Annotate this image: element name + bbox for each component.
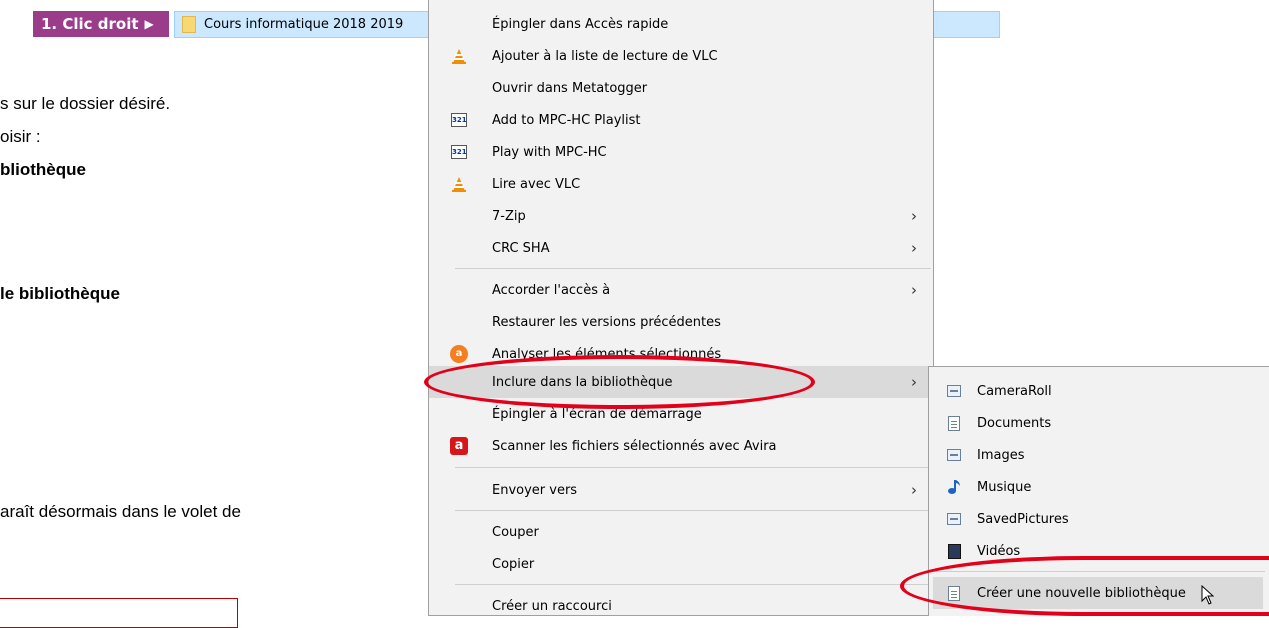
library-icon <box>946 383 962 399</box>
submenu-item-label: Créer une nouvelle bibliothèque <box>977 585 1186 601</box>
menu-item-label: Créer un raccourci <box>492 598 612 614</box>
submenu-item-label: SavedPictures <box>977 511 1069 527</box>
menu-item-7zip[interactable]: 7-Zip › <box>429 200 933 232</box>
film-icon <box>946 543 962 559</box>
menu-item-label: Épingler dans Accès rapide <box>492 16 669 32</box>
chevron-right-icon: › <box>911 481 917 499</box>
menu-item-send-to[interactable]: Envoyer vers › <box>429 474 933 506</box>
menu-item-label: Inclure dans la bibliothèque <box>492 374 673 390</box>
doc-line-4: le bibliothèque <box>0 284 120 303</box>
doc-line-2: oisir : <box>0 127 41 146</box>
submenu-item-label: Vidéos <box>977 543 1021 559</box>
step-badge-label: 1. Clic droit <box>41 15 139 33</box>
submenu-item-savedpictures[interactable]: SavedPictures <box>929 503 1269 535</box>
menu-separator <box>455 510 931 511</box>
doc-line-3: bliothèque <box>0 160 86 179</box>
chevron-right-icon: › <box>911 239 917 257</box>
note-box <box>0 598 238 628</box>
menu-item-label: Ouvrir dans Metatogger <box>492 80 648 96</box>
menu-item-add-mpc-playlist[interactable]: 321 Add to MPC-HC Playlist <box>429 104 933 136</box>
menu-item-pin-quick-access[interactable]: Épingler dans Accès rapide <box>429 8 933 40</box>
menu-item-open-metatogger[interactable]: Ouvrir dans Metatogger <box>429 72 933 104</box>
menu-item-label: Ajouter à la liste de lecture de VLC <box>492 48 718 64</box>
doc-line-5: araît désormais dans le volet de <box>0 502 241 521</box>
documents-library-icon <box>946 415 962 431</box>
menu-item-label: Analyser les éléments sélectionnés <box>492 346 722 362</box>
library-icon <box>946 447 962 463</box>
library-submenu: CameraRoll Documents Images Musique Save… <box>928 366 1269 616</box>
submenu-item-label: Images <box>977 447 1025 463</box>
submenu-item-label: CameraRoll <box>977 383 1052 399</box>
menu-item-label: Add to MPC-HC Playlist <box>492 112 641 128</box>
mouse-cursor-icon <box>1201 585 1215 605</box>
folder-name: Cours informatique 2018 2019 <box>204 17 404 32</box>
menu-item-label: Envoyer vers <box>492 482 578 498</box>
avira-icon: a <box>450 437 468 455</box>
submenu-item-musique[interactable]: Musique <box>929 471 1269 503</box>
menu-item-avira-scan[interactable]: a Scanner les fichiers sélectionnés avec… <box>429 430 933 462</box>
menu-item-label: Play with MPC-HC <box>492 144 607 160</box>
submenu-item-videos[interactable]: Vidéos <box>929 535 1269 567</box>
menu-item-grant-access[interactable]: Accorder l'accès à › <box>429 274 933 306</box>
menu-item-cut[interactable]: Couper <box>429 516 933 548</box>
step-arrow-icon: ▶ <box>144 17 154 31</box>
submenu-item-new-library[interactable]: Créer une nouvelle bibliothèque <box>933 577 1263 609</box>
submenu-item-images[interactable]: Images <box>929 439 1269 471</box>
menu-item-play-vlc[interactable]: Lire avec VLC <box>429 168 933 200</box>
submenu-item-label: Musique <box>977 479 1032 495</box>
menu-item-crc-sha[interactable]: CRC SHA › <box>429 232 933 264</box>
vlc-icon <box>450 175 468 193</box>
menu-item-copy[interactable]: Copier <box>429 548 933 580</box>
menu-item-label: 7-Zip <box>492 208 526 224</box>
menu-item-label: Copier <box>492 556 535 572</box>
library-icon <box>946 511 962 527</box>
menu-item-label: Scanner les fichiers sélectionnés avec A… <box>492 438 777 454</box>
chevron-right-icon: › <box>911 207 917 225</box>
chevron-right-icon: › <box>911 281 917 299</box>
menu-separator <box>455 268 931 269</box>
mpc-hc-icon: 321 <box>450 143 468 161</box>
step-badge: 1. Clic droit ▶ <box>33 11 169 37</box>
submenu-item-label: Documents <box>977 415 1052 431</box>
submenu-item-cameraroll[interactable]: CameraRoll <box>929 375 1269 407</box>
submenu-separator <box>933 571 1265 572</box>
avast-icon: a <box>450 345 468 363</box>
menu-item-label: Accorder l'accès à <box>492 282 611 298</box>
new-library-icon <box>946 585 962 601</box>
menu-item-restore-versions[interactable]: Restaurer les versions précédentes <box>429 306 933 338</box>
submenu-item-documents[interactable]: Documents <box>929 407 1269 439</box>
context-menu: Épingler dans Accès rapide Ajouter à la … <box>428 0 934 616</box>
mpc-hc-icon: 321 <box>450 111 468 129</box>
menu-separator <box>455 584 931 585</box>
menu-item-label: Couper <box>492 524 539 540</box>
menu-item-label: Lire avec VLC <box>492 176 581 192</box>
menu-item-label: CRC SHA <box>492 240 550 256</box>
menu-item-play-mpc[interactable]: 321 Play with MPC-HC <box>429 136 933 168</box>
menu-item-pin-start[interactable]: Épingler à l'écran de démarrage <box>429 398 933 430</box>
vlc-icon <box>450 47 468 65</box>
menu-item-label: Restaurer les versions précédentes <box>492 314 721 330</box>
menu-item-add-vlc-playlist[interactable]: Ajouter à la liste de lecture de VLC <box>429 40 933 72</box>
music-note-icon <box>946 479 962 495</box>
folder-icon <box>182 16 196 33</box>
doc-line-1: s sur le dossier désiré. <box>0 94 171 113</box>
menu-separator <box>455 467 931 468</box>
chevron-right-icon: › <box>911 373 917 391</box>
menu-item-include-in-library[interactable]: Inclure dans la bibliothèque › <box>429 366 933 398</box>
menu-item-create-shortcut[interactable]: Créer un raccourci <box>429 590 933 622</box>
menu-item-label: Épingler à l'écran de démarrage <box>492 406 702 422</box>
